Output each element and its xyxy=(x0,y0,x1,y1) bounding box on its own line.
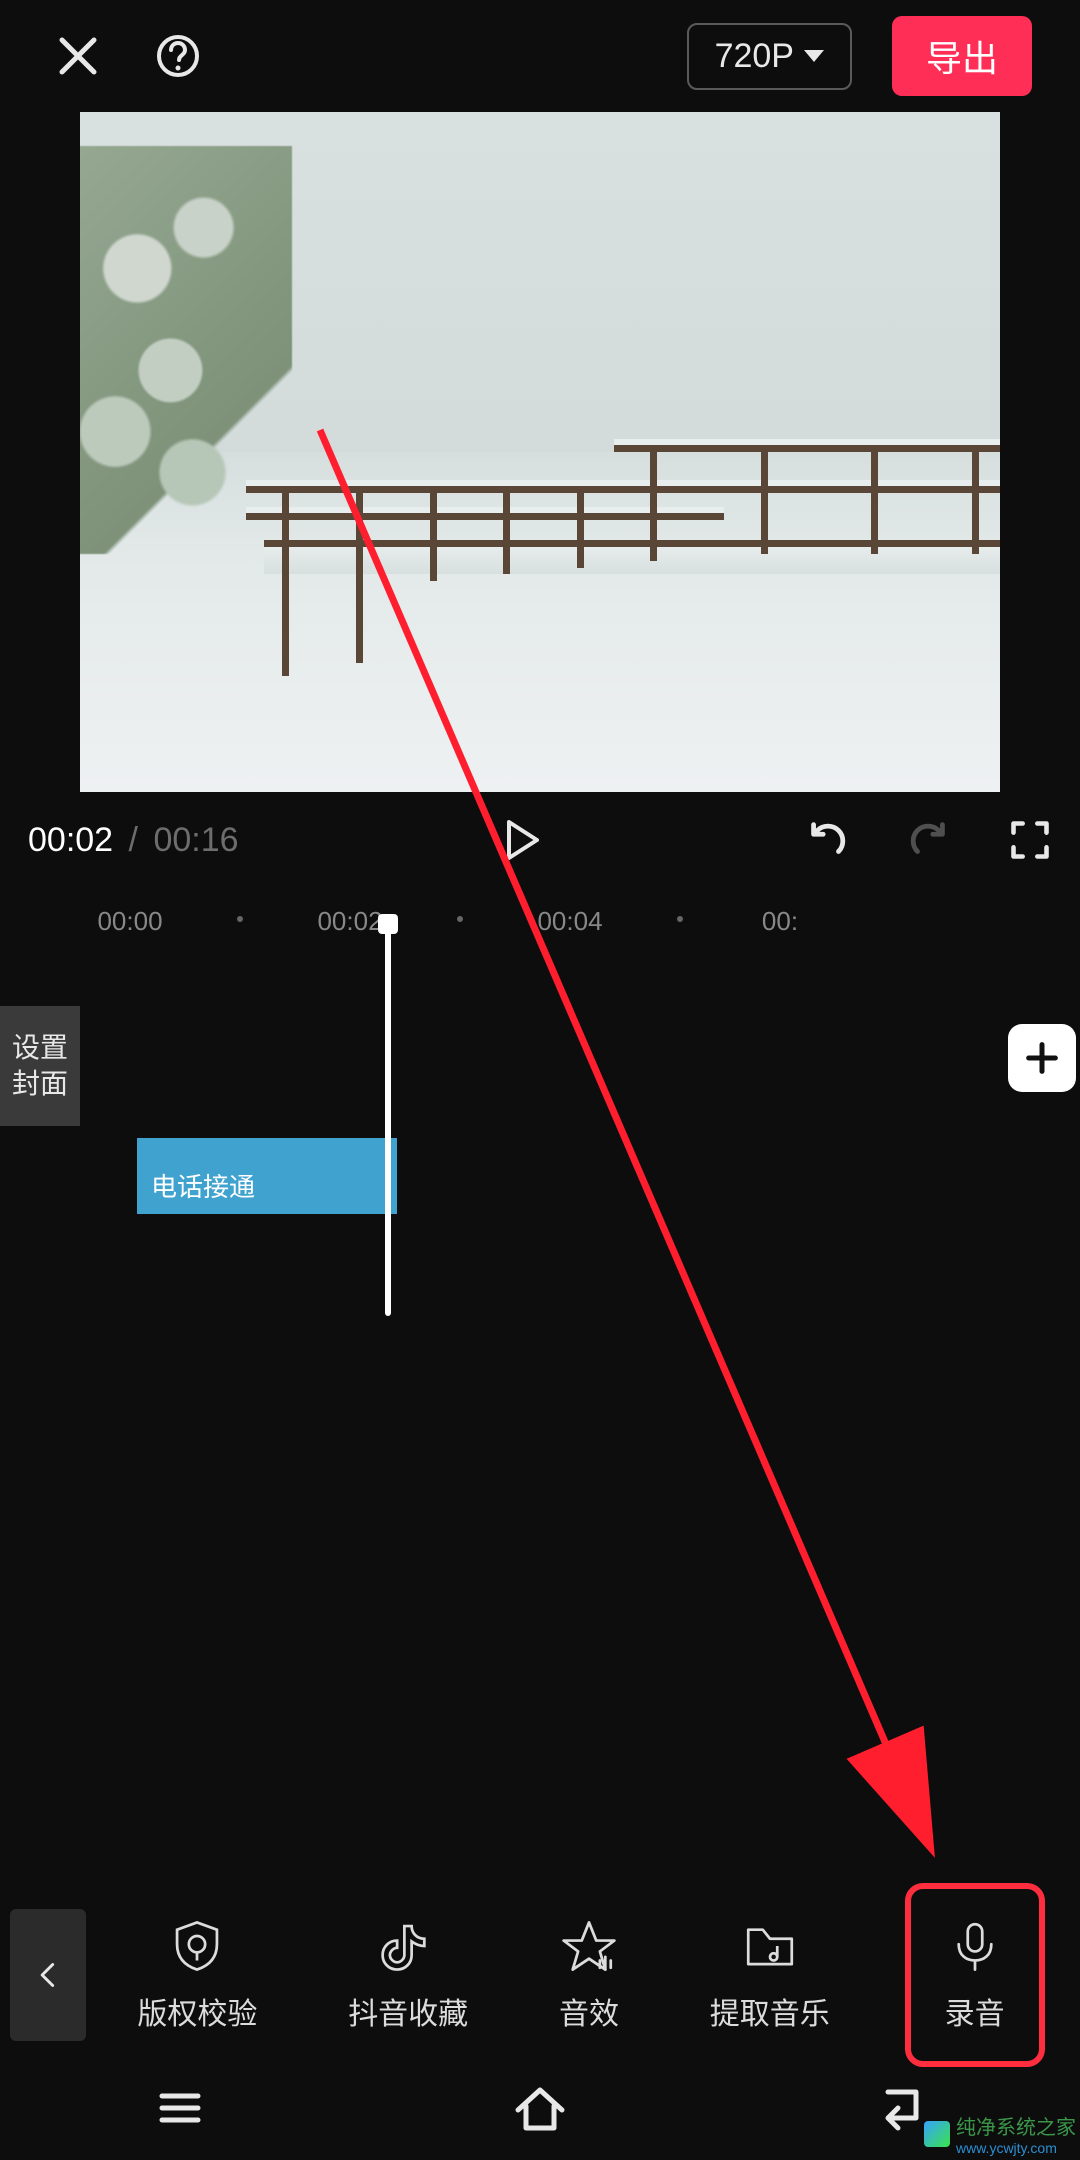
editor-header: 720P 导出 xyxy=(0,0,1080,112)
set-cover-button[interactable]: 设置 封面 xyxy=(0,1006,80,1126)
recents-button[interactable] xyxy=(148,2076,212,2145)
tool-copyright[interactable]: 版权校验 xyxy=(133,1909,261,2041)
tool-label: 提取音乐 xyxy=(710,1989,830,2033)
tool-extract-music[interactable]: 提取音乐 xyxy=(706,1909,834,2041)
export-button[interactable]: 导出 xyxy=(892,16,1032,96)
playhead[interactable] xyxy=(385,926,391,1316)
set-cover-label: 设置 封面 xyxy=(12,1030,68,1103)
playback-time: 00:02 / 00:16 xyxy=(28,821,239,860)
clip-thumbnail xyxy=(253,1006,369,1126)
close-icon[interactable] xyxy=(48,26,108,86)
tool-sound-fx[interactable]: 音效 xyxy=(555,1909,623,2041)
clip-thumbnail xyxy=(137,1006,253,1126)
redo-button[interactable] xyxy=(906,817,952,863)
tool-label: 版权校验 xyxy=(137,1989,257,2033)
tool-label: 抖音收藏 xyxy=(348,1989,468,2033)
tool-label: 音效 xyxy=(559,1989,619,2033)
time-ruler[interactable]: 00:00 00:02 00:04 00: xyxy=(0,894,1080,946)
audio-toolbar: 版权校验 抖音收藏 音效 提取音乐 录音 xyxy=(0,1890,1080,2060)
watermark: 纯净系统之家 www.ycwjty.com xyxy=(924,2111,1076,2156)
export-label: 导出 xyxy=(926,38,998,79)
ruler-dot xyxy=(237,916,243,922)
clip-thumbnail xyxy=(485,1006,601,1126)
add-clip-button[interactable] xyxy=(1008,1024,1076,1092)
clip-thumbnail xyxy=(601,1006,717,1126)
playback-bar: 00:02 / 00:16 xyxy=(0,792,1080,888)
ruler-dot xyxy=(457,916,463,922)
system-nav-bar xyxy=(0,2060,1080,2160)
fullscreen-button[interactable] xyxy=(1008,818,1052,862)
total-time: 00:16 xyxy=(153,821,238,859)
undo-button[interactable] xyxy=(804,817,850,863)
ruler-dot xyxy=(677,916,683,922)
help-icon[interactable] xyxy=(148,26,208,86)
audio-clip[interactable]: 电话接通 xyxy=(137,1138,397,1214)
clip-thumbnail xyxy=(717,1006,833,1126)
toolbar-back-button[interactable] xyxy=(10,1909,86,2041)
tool-record[interactable]: 录音 xyxy=(917,1895,1033,2055)
ruler-tick: 00:02 xyxy=(317,906,382,937)
video-preview[interactable] xyxy=(80,112,1000,792)
watermark-logo-icon xyxy=(924,2121,950,2147)
tool-label: 录音 xyxy=(945,1989,1005,2033)
home-button[interactable] xyxy=(508,2076,572,2145)
ruler-tick: 00:04 xyxy=(537,906,602,937)
resolution-dropdown[interactable]: 720P xyxy=(687,23,852,90)
current-time: 00:02 xyxy=(28,821,113,859)
time-separator: / xyxy=(129,821,138,859)
tool-douyin-fav[interactable]: 抖音收藏 xyxy=(344,1909,472,2041)
watermark-title: 纯净系统之家 xyxy=(956,2117,1076,2139)
play-button[interactable] xyxy=(497,816,545,864)
ruler-tick: 00:00 xyxy=(97,906,162,937)
timeline[interactable]: 设置 封面 电话接通 xyxy=(0,946,1080,1326)
video-track[interactable] xyxy=(137,1006,1080,1126)
back-button[interactable] xyxy=(868,2076,932,2145)
watermark-url: www.ycwjty.com xyxy=(956,2140,1076,2156)
preview-frame xyxy=(80,112,1000,792)
chevron-down-icon xyxy=(804,50,824,62)
ruler-tick: 00: xyxy=(762,906,798,937)
resolution-label: 720P xyxy=(715,37,794,76)
audio-clip-label: 电话接通 xyxy=(151,1167,255,1204)
